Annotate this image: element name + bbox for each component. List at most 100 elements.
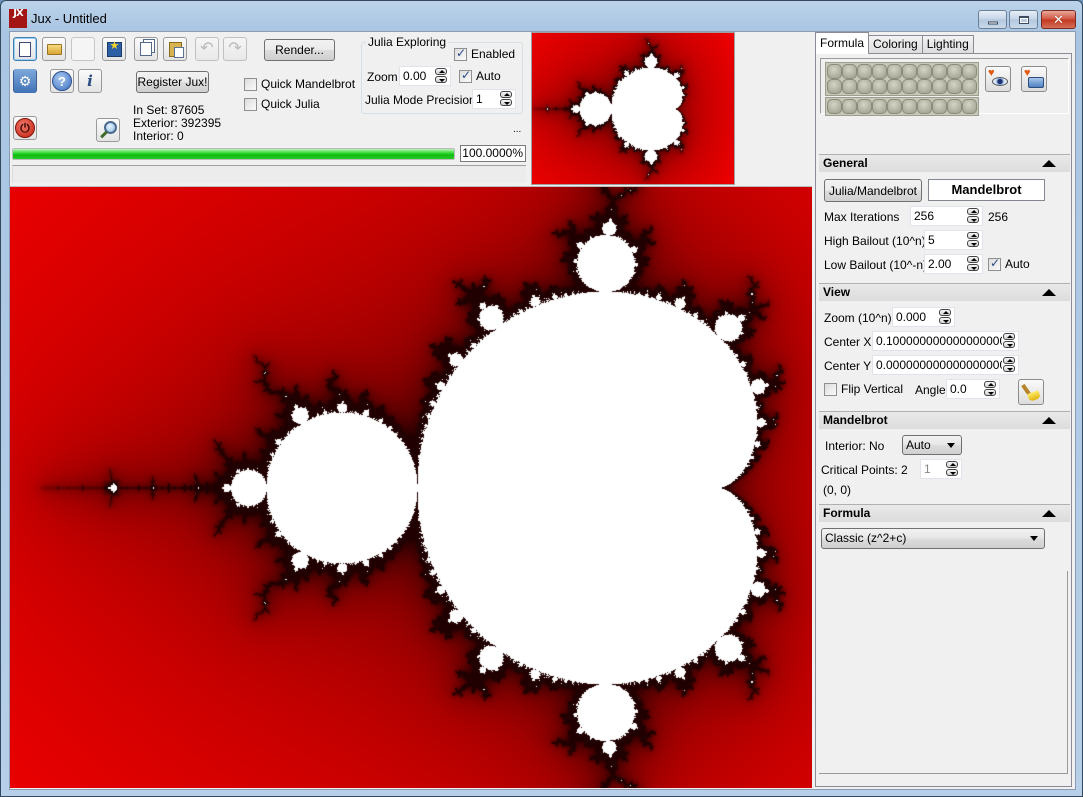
mandelbrot-section-header[interactable]: Mandelbrot — [819, 411, 1070, 429]
about-button[interactable]: i — [78, 69, 102, 93]
julia-mandelbrot-button[interactable]: Julia/Mandelbrot — [824, 179, 922, 202]
favorite-slot[interactable] — [917, 99, 932, 114]
spin-down-icon[interactable] — [1003, 365, 1015, 372]
reset-view-button[interactable] — [1018, 379, 1044, 405]
view-favorite-button[interactable]: ♥ — [985, 66, 1011, 92]
view-zoom-value[interactable]: 0.000 — [893, 310, 938, 324]
spin-arrows[interactable] — [434, 68, 448, 84]
favorite-slot[interactable] — [827, 64, 842, 79]
favorite-slot[interactable] — [827, 99, 842, 114]
spin-up-icon[interactable] — [435, 68, 447, 75]
favorite-slot[interactable] — [857, 79, 872, 94]
paste-button[interactable] — [163, 37, 187, 61]
favorite-slot[interactable] — [962, 64, 977, 79]
favorite-slot[interactable] — [932, 64, 947, 79]
favorite-slot[interactable] — [932, 99, 947, 114]
collapse-icon[interactable] — [1042, 289, 1056, 296]
spin-up-icon[interactable] — [1003, 333, 1015, 340]
spin-arrows[interactable] — [499, 91, 513, 107]
favorite-slot[interactable] — [947, 64, 962, 79]
more-ellipsis[interactable]: ... — [513, 124, 521, 135]
spin-arrows[interactable] — [1002, 333, 1016, 349]
spin-arrows[interactable] — [966, 232, 980, 248]
critical-point-value[interactable]: 1 — [921, 462, 945, 476]
collapse-icon[interactable] — [1042, 417, 1056, 424]
undo-button[interactable]: ↶ — [195, 37, 219, 61]
favorite-slot[interactable] — [872, 99, 887, 114]
formula-section-header[interactable]: Formula — [819, 504, 1070, 522]
quick-mandelbrot-checkbox[interactable]: Quick Mandelbrot — [244, 77, 355, 91]
fractal-canvas[interactable] — [10, 187, 812, 788]
spin-down-icon[interactable] — [1003, 341, 1015, 348]
render-button[interactable]: Render... — [264, 39, 335, 61]
spin-down-icon[interactable] — [939, 317, 951, 324]
julia-zoom-spinner[interactable]: 0.00 — [399, 66, 451, 86]
spin-up-icon[interactable] — [1003, 357, 1015, 364]
view-zoom-spinner[interactable]: 0.000 — [892, 307, 955, 327]
spin-arrows[interactable] — [938, 309, 952, 325]
help-button[interactable]: ? — [50, 69, 74, 93]
favorite-slot[interactable] — [842, 64, 857, 79]
favorite-slot[interactable] — [917, 64, 932, 79]
fractal-view[interactable] — [10, 186, 812, 788]
favorite-slot[interactable] — [857, 99, 872, 114]
formula-dropdown[interactable]: Classic (z^2+c) — [821, 528, 1045, 549]
power-button[interactable]: ⏻ — [13, 116, 37, 140]
spin-down-icon[interactable] — [500, 99, 512, 106]
julia-preview[interactable] — [531, 32, 735, 185]
julia-precision-value[interactable]: 1 — [473, 92, 499, 106]
zoom-tool-button[interactable] — [96, 118, 120, 142]
maximize-button[interactable] — [1009, 10, 1038, 29]
favorite-slot[interactable] — [857, 64, 872, 79]
center-y-spinner[interactable]: 0.0000000000000000000 — [872, 355, 1019, 375]
favorite-slot[interactable] — [872, 64, 887, 79]
open-button[interactable] — [42, 37, 66, 61]
interior-dropdown[interactable]: Auto — [902, 435, 962, 455]
flip-vertical-checkbox[interactable]: Flip Vertical — [824, 382, 903, 396]
favorite-slot[interactable] — [842, 79, 857, 94]
spin-up-icon[interactable] — [500, 91, 512, 98]
spin-arrows[interactable] — [945, 461, 959, 477]
new-button[interactable] — [13, 37, 37, 61]
spin-up-icon[interactable] — [967, 208, 979, 215]
julia-auto-checkbox[interactable]: Auto — [459, 68, 501, 83]
favorite-slot[interactable] — [932, 79, 947, 94]
favorite-slot[interactable] — [872, 79, 887, 94]
julia-enabled-checkbox[interactable]: Enabled — [454, 46, 515, 61]
spin-down-icon[interactable] — [967, 264, 979, 271]
minimize-button[interactable] — [978, 10, 1007, 29]
spin-up-icon[interactable] — [939, 309, 951, 316]
favorite-slot[interactable] — [902, 79, 917, 94]
spin-up-icon[interactable] — [946, 461, 958, 468]
high-bailout-value[interactable]: 5 — [925, 233, 966, 247]
favorite-slot[interactable] — [827, 79, 842, 94]
snapshot-favorite-button[interactable]: ♥ — [1021, 66, 1047, 92]
favorite-slot[interactable] — [947, 79, 962, 94]
spin-up-icon[interactable] — [967, 256, 979, 263]
low-bailout-auto-checkbox[interactable]: Auto — [988, 256, 1030, 271]
redo-button[interactable]: ↷ — [223, 37, 247, 61]
register-button[interactable]: Register Jux! — [136, 71, 209, 93]
critical-point-spinner[interactable]: 1 — [920, 459, 962, 479]
view-section-header[interactable]: View — [819, 283, 1070, 301]
spin-up-icon[interactable] — [984, 381, 996, 388]
low-bailout-spinner[interactable]: 2.00 — [924, 254, 983, 274]
spin-arrows[interactable] — [966, 256, 980, 272]
angle-spinner[interactable]: 0.0 — [946, 379, 1000, 399]
tab-lighting[interactable]: Lighting — [921, 35, 974, 54]
spin-arrows[interactable] — [983, 381, 997, 397]
julia-zoom-value[interactable]: 0.00 — [400, 69, 434, 83]
favorite-slot[interactable] — [902, 64, 917, 79]
preview-canvas[interactable] — [532, 33, 734, 184]
favorite-slot[interactable] — [962, 99, 977, 114]
blank-button[interactable] — [71, 37, 95, 61]
center-y-value[interactable]: 0.0000000000000000000 — [873, 358, 1002, 372]
max-iterations-spinner[interactable]: 256 — [910, 206, 983, 226]
title-bar[interactable]: JX Jux - Untitled ✕ — [1, 1, 1082, 33]
spin-arrows[interactable] — [1002, 357, 1016, 373]
save-favorite-button[interactable] — [102, 37, 126, 61]
high-bailout-spinner[interactable]: 5 — [924, 230, 983, 250]
spin-down-icon[interactable] — [946, 469, 958, 476]
collapse-icon[interactable] — [1042, 510, 1056, 517]
center-x-value[interactable]: 0.1000000000000000000 — [873, 334, 1002, 348]
